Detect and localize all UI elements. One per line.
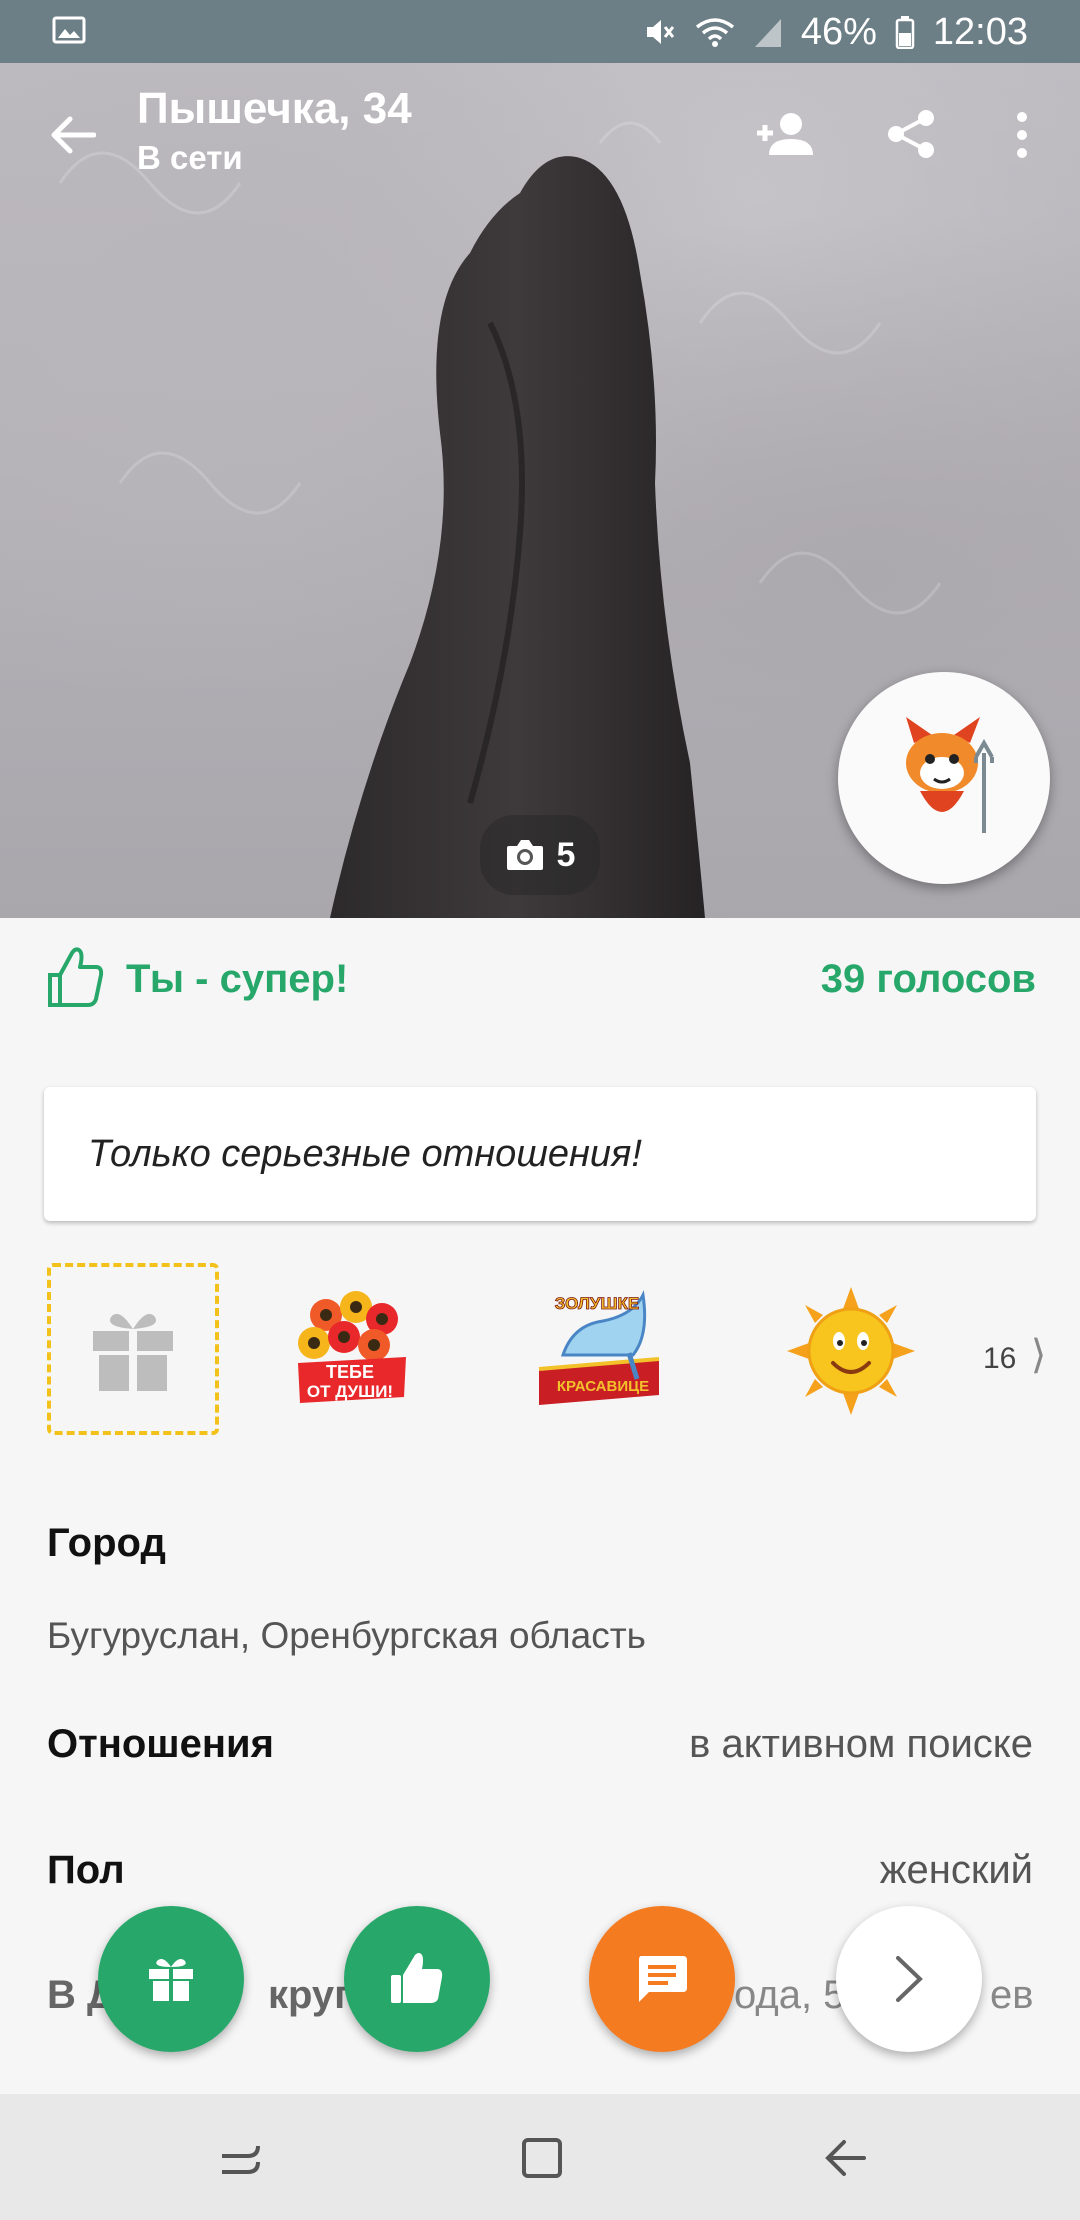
signal-icon (754, 19, 781, 47)
devil-cat-sticker (906, 717, 994, 833)
next-profile-button[interactable] (836, 1906, 982, 2052)
gifts-more-link[interactable]: 16 ⟩ (983, 1332, 1046, 1378)
gender-value: женский (879, 1848, 1033, 1892)
send-gift-button[interactable] (98, 1906, 244, 2052)
friends-value-tail: ев (990, 1973, 1034, 2017)
battery-icon (895, 16, 915, 49)
status-right: 46% 12:03 (643, 6, 1028, 58)
shoe-caption-bottom: КРАСАВИЦЕ (557, 1378, 649, 1395)
city-value: Бугуруслан, Оренбургская область (47, 1615, 646, 1656)
message-button[interactable] (589, 1906, 735, 2052)
relations-value: в активном поиске (689, 1722, 1033, 1766)
gift-shoe[interactable]: ЗОЛУШКЕ КРАСАВИЦЕ (533, 1285, 665, 1417)
rating-row: Ты - супер! 39 голосов (46, 945, 1036, 1015)
gift-icon (93, 1313, 173, 1391)
flowers-sticker: ТЕБЕ ОТ ДУШИ! (298, 1291, 406, 1403)
home-icon[interactable] (520, 2136, 564, 2180)
thumb-up-icon (391, 1953, 443, 2003)
more-vert-icon[interactable] (1012, 111, 1032, 159)
status-message: Только серьезные отношения! (88, 1133, 642, 1175)
sun-sticker (787, 1287, 915, 1415)
share-icon[interactable] (886, 109, 936, 159)
gallery-icon (52, 16, 86, 44)
chevron-right-icon: ⟩ (1030, 1333, 1047, 1377)
photo-count-value: 5 (556, 835, 576, 874)
profile-name: Пышечка, 34 (137, 84, 412, 133)
person-add-icon[interactable] (755, 111, 815, 157)
clock: 12:03 (932, 10, 1028, 53)
battery-percent: 46% (800, 10, 877, 53)
gifts-more-count: 16 (983, 1342, 1017, 1375)
flowers-caption-top: ТЕБЕ (326, 1362, 374, 1382)
chevron-right-icon (896, 1956, 923, 2002)
gender-label: Пол (47, 1848, 125, 1892)
relations-label: Отношения (47, 1722, 274, 1766)
message-icon (639, 1956, 687, 2002)
online-status: В сети (137, 139, 243, 176)
gift-sun[interactable] (785, 1285, 917, 1417)
gift-flowers[interactable]: ТЕБЕ ОТ ДУШИ! (286, 1285, 418, 1417)
back-icon[interactable] (822, 2138, 868, 2178)
wifi-icon (695, 18, 734, 47)
city-label: Город (47, 1521, 166, 1565)
photo-count-badge[interactable]: 5 (480, 815, 600, 895)
sticker-badge[interactable] (838, 672, 1050, 884)
friends-value: ода, 5 (734, 1973, 846, 2017)
flowers-caption-bottom: ОТ ДУШИ! (307, 1382, 393, 1401)
mute-icon (646, 20, 675, 44)
thumb-up-outline-icon[interactable] (46, 945, 104, 1009)
rating-text[interactable]: Ты - супер! (126, 957, 348, 1002)
recents-icon[interactable] (218, 2138, 262, 2182)
add-gift-button[interactable] (47, 1263, 219, 1435)
shoe-caption-top: ЗОЛУШКЕ (555, 1294, 640, 1313)
shoe-sticker: ЗОЛУШКЕ КРАСАВИЦЕ (538, 1290, 660, 1405)
camera-icon (506, 840, 543, 870)
status-bar: 46% 12:03 (0, 0, 1080, 63)
like-button[interactable] (344, 1906, 490, 2052)
status-message-card: Только серьезные отношения! (44, 1087, 1036, 1221)
system-nav-bar (0, 2094, 1080, 2220)
votes-count[interactable]: 39 голосов (821, 957, 1036, 1002)
gift-icon (149, 1959, 193, 2001)
arrow-left-icon[interactable] (50, 115, 96, 155)
